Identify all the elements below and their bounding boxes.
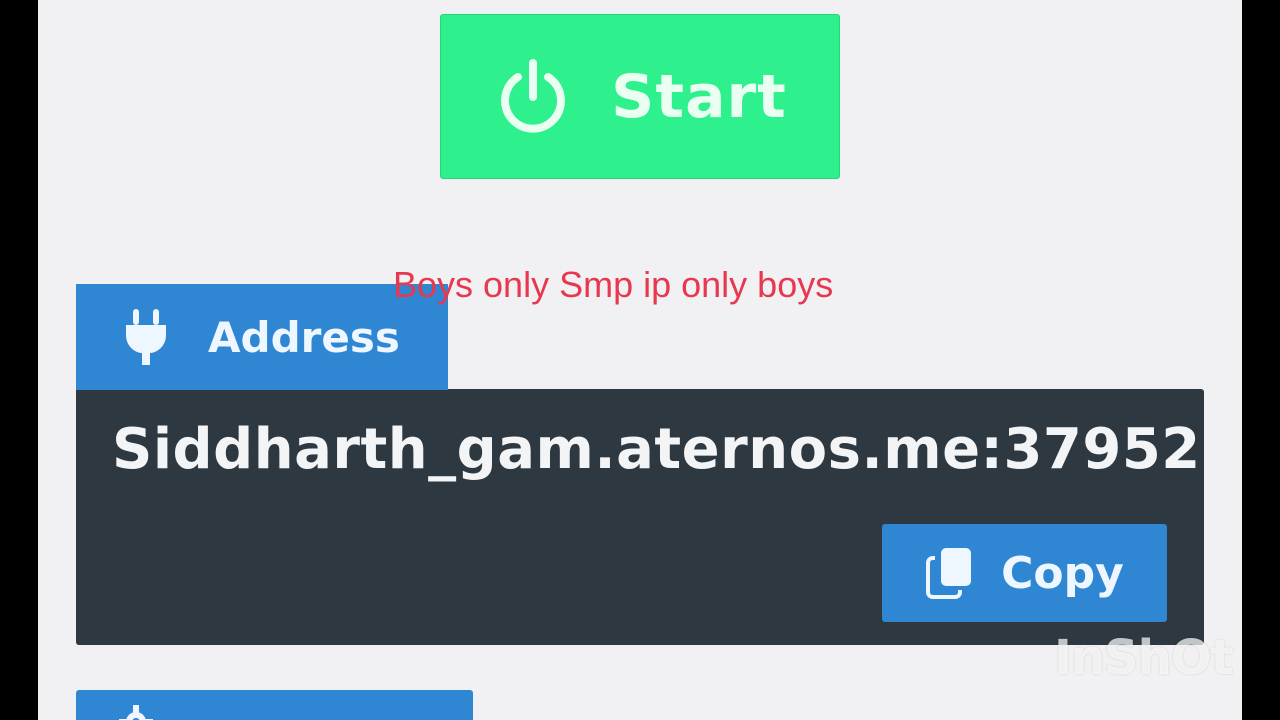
- copy-label: Copy: [1001, 547, 1124, 599]
- gear-icon: [119, 705, 153, 720]
- copy-button[interactable]: Copy: [882, 524, 1167, 622]
- address-label: Address: [208, 312, 400, 362]
- server-address[interactable]: Siddharth_gam.aternos.me:37952: [112, 417, 1201, 482]
- plug-icon: [126, 309, 166, 365]
- inshot-watermark: InShOt: [1054, 630, 1234, 686]
- power-icon: [501, 58, 566, 133]
- video-frame: Start Address Siddharth_gam.aternos.me:3…: [0, 0, 1280, 720]
- start-button[interactable]: Start: [440, 14, 840, 179]
- address-panel: Siddharth_gam.aternos.me:37952 Copy: [76, 389, 1204, 645]
- overlay-caption: Boys only Smp ip only boys: [393, 264, 834, 305]
- copy-icon: [926, 548, 972, 599]
- server-page: Start Address Siddharth_gam.aternos.me:3…: [38, 0, 1242, 720]
- start-label: Start: [611, 61, 787, 132]
- next-section-tab: [76, 690, 473, 720]
